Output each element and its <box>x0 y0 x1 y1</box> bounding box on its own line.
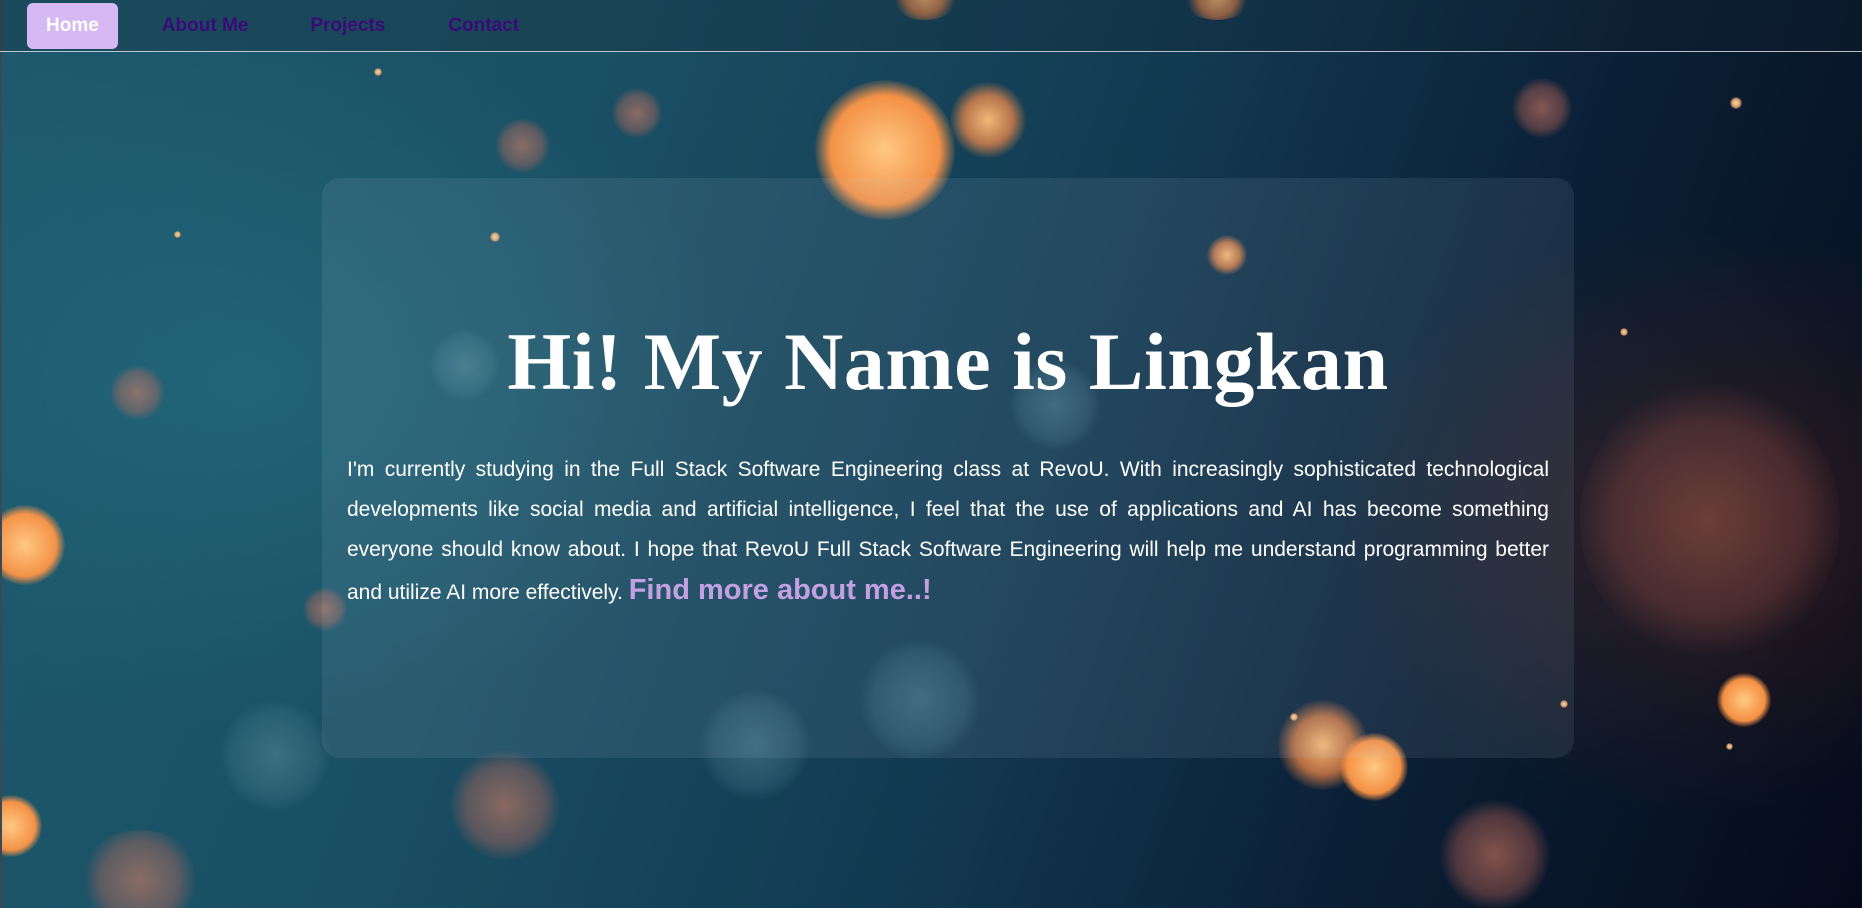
nav-projects-link[interactable]: Projects <box>310 3 385 49</box>
find-more-link[interactable]: Find more about me..! <box>629 574 932 606</box>
window-edge <box>0 0 2 908</box>
nav-about-link[interactable]: About Me <box>162 3 249 49</box>
hero-description: I'm currently studying in the Full Stack… <box>347 450 1549 613</box>
nav-home-link[interactable]: Home <box>27 2 118 49</box>
nav-contact-link[interactable]: Contact <box>448 3 519 49</box>
hero-title: Hi! My Name is Lingkan <box>507 316 1389 407</box>
hero-description-text: I'm currently studying in the Full Stack… <box>347 458 1549 604</box>
top-navbar: Home About Me Projects Contact <box>0 0 1862 52</box>
hero-card: Hi! My Name is Lingkan I'm currently stu… <box>322 178 1574 758</box>
